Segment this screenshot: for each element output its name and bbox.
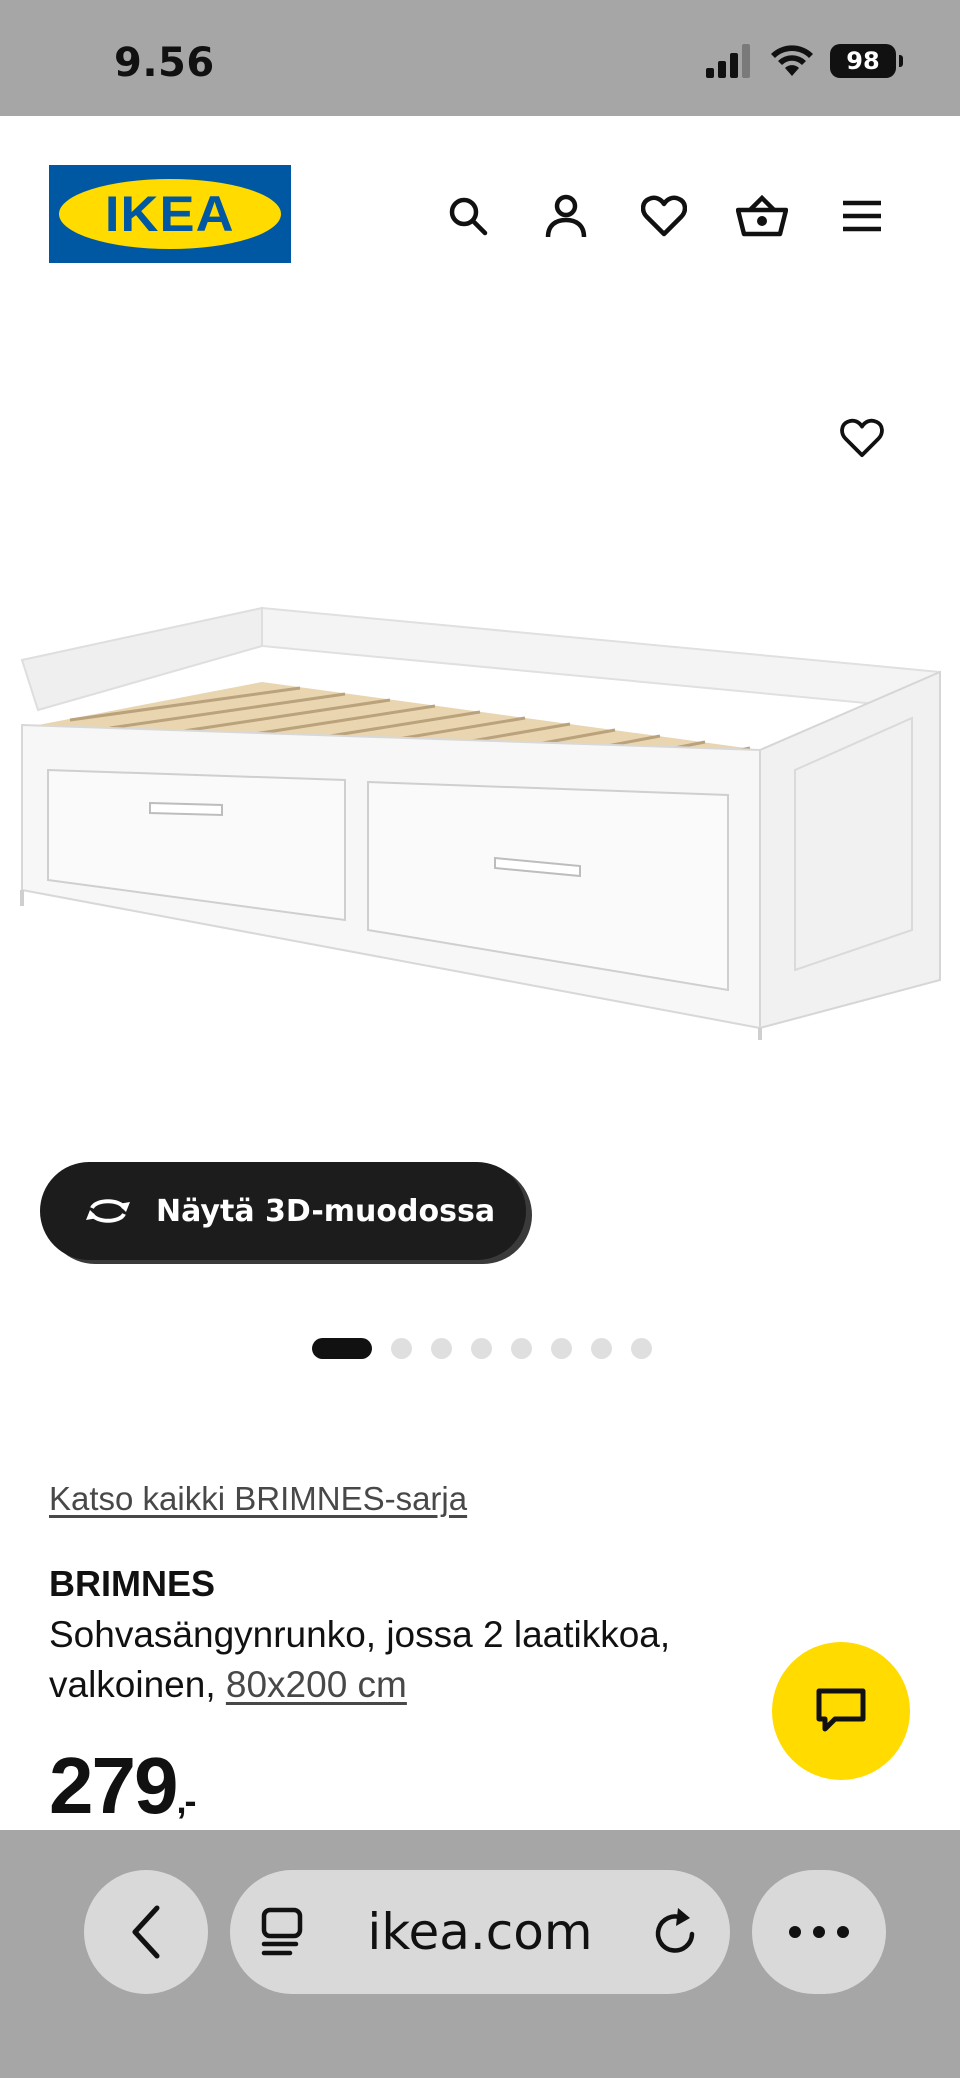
ikea-logo[interactable]: IKEA	[49, 165, 291, 263]
signal-icon	[706, 44, 750, 78]
pagination-dot[interactable]	[511, 1338, 532, 1359]
status-icons: 98	[706, 44, 903, 78]
account-icon[interactable]	[538, 188, 594, 244]
pagination-dot[interactable]	[551, 1338, 572, 1359]
site-header: IKEA	[0, 116, 960, 316]
reload-icon[interactable]	[652, 1906, 700, 1958]
product-price: 279,-	[49, 1740, 196, 1832]
price-value: 279	[49, 1741, 178, 1830]
pagination-dot[interactable]	[471, 1338, 492, 1359]
address-bar[interactable]: ikea.com	[230, 1870, 730, 1994]
pagination-dot[interactable]	[431, 1338, 452, 1359]
pagination-dot[interactable]	[391, 1338, 412, 1359]
more-icon	[789, 1926, 849, 1938]
back-button[interactable]	[84, 1870, 208, 1994]
chat-button[interactable]	[772, 1642, 910, 1780]
battery-indicator: 98	[830, 44, 903, 78]
view-3d-label: Näytä 3D-muodossa	[156, 1193, 496, 1229]
view-3d-button[interactable]: Näytä 3D-muodossa	[40, 1162, 526, 1260]
price-suffix: ,-	[176, 1780, 196, 1821]
product-image[interactable]	[0, 590, 960, 1040]
product-name: BRIMNES	[49, 1563, 216, 1604]
tab-overview-icon[interactable]	[260, 1906, 308, 1958]
menu-icon[interactable]	[834, 188, 890, 244]
rotate-3d-icon	[86, 1199, 130, 1223]
chat-icon	[816, 1688, 866, 1732]
logo-oval: IKEA	[59, 179, 281, 249]
gallery-pagination	[312, 1338, 652, 1359]
heart-icon[interactable]	[636, 188, 692, 244]
basket-icon[interactable]	[734, 188, 790, 244]
status-bar: 9.56 98	[0, 0, 960, 116]
product-description: Sohvasängynrunko, jossa 2 laatikkoa, val…	[49, 1610, 769, 1710]
product-size-link[interactable]: 80x200 cm	[226, 1664, 407, 1705]
pagination-dot[interactable]	[591, 1338, 612, 1359]
more-options-button[interactable]	[752, 1870, 886, 1994]
url-text[interactable]: ikea.com	[308, 1903, 652, 1961]
search-icon[interactable]	[440, 188, 496, 244]
pagination-dot[interactable]	[631, 1338, 652, 1359]
browser-toolbar: ikea.com	[0, 1830, 960, 2078]
wifi-icon	[771, 45, 813, 76]
pagination-dot-active[interactable]	[312, 1338, 372, 1359]
add-to-favourites-icon[interactable]	[834, 410, 890, 466]
logo-text: IKEA	[105, 186, 235, 242]
status-time: 9.56	[114, 40, 215, 86]
chevron-left-icon	[132, 1905, 160, 1959]
series-link[interactable]: Katso kaikki BRIMNES-sarja	[49, 1480, 467, 1518]
